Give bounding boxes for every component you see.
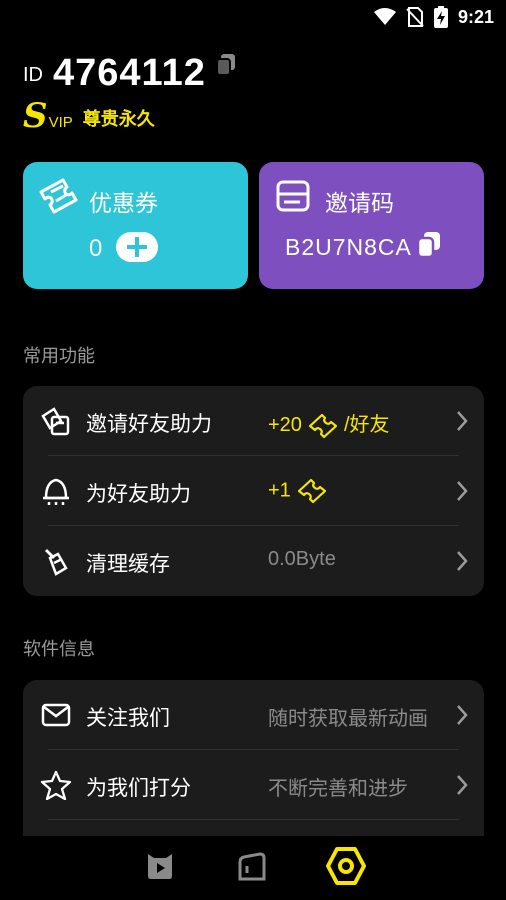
copy-id-icon[interactable] — [215, 54, 236, 76]
wifi-icon — [373, 8, 396, 25]
list-item-clear-cache[interactable]: 清理缓存 0.0Byte — [23, 526, 484, 596]
coupon-count: 0 — [89, 235, 103, 262]
common-functions-panel: 邀请好友助力 +20 /好友 为好友助力 +1 清理缓存 0.0Byte — [23, 386, 484, 596]
invite-friend-icon — [41, 407, 70, 436]
row-value: +20 /好友 — [268, 408, 390, 439]
video-icon[interactable] — [144, 850, 176, 882]
list-item-follow-us[interactable]: 关注我们 随时获取最新动画 — [23, 680, 484, 750]
add-coupon-button[interactable] — [116, 232, 158, 262]
mail-icon — [41, 703, 71, 727]
row-label: 清理缓存 — [86, 553, 170, 576]
row-label: 关注我们 — [86, 707, 170, 730]
coupon-title: 优惠券 — [89, 190, 158, 216]
profile-header: ID 4764112 S VIP 尊贵永久 — [23, 52, 483, 142]
row-label: 为我们打分 — [86, 777, 191, 800]
id-label: ID — [23, 64, 43, 86]
vip-status: 尊贵永久 — [82, 109, 155, 129]
row-value: 不断完善和进步 — [268, 778, 408, 800]
chevron-right-icon — [457, 551, 468, 571]
svip-badge-label: VIP — [48, 114, 73, 131]
status-bar: 9:21 — [0, 0, 506, 34]
user-id: 4764112 — [53, 52, 206, 94]
coupon-icon — [39, 178, 78, 214]
bottom-navigation — [0, 836, 506, 900]
coupon-card[interactable]: 优惠券 0 — [23, 162, 248, 289]
vip-badge-row: S VIP 尊贵永久 — [23, 96, 483, 136]
invite-card-icon — [276, 180, 310, 212]
row-value: 随时获取最新动画 — [268, 708, 428, 730]
chevron-right-icon — [457, 705, 468, 725]
help-friend-icon — [43, 478, 69, 505]
svip-badge: S — [23, 96, 48, 136]
reward-suffix: /好友 — [343, 414, 390, 436]
chevron-right-icon — [457, 411, 468, 431]
invite-code-value: B2U7N8CA — [285, 234, 412, 260]
feature-cards: 优惠券 0 邀请码 B2U7N8CA — [23, 162, 484, 289]
software-info-heading: 软件信息 — [23, 639, 95, 659]
cache-size: 0.0Byte — [268, 548, 336, 570]
reward-amount: +20 — [268, 414, 302, 436]
status-icons: 9:21 — [373, 6, 494, 28]
status-time: 9:21 — [457, 6, 494, 27]
settings-icon[interactable] — [326, 847, 366, 885]
battery-charging-icon — [433, 6, 448, 28]
list-item-invite-friends[interactable]: 邀请好友助力 +20 /好友 — [23, 386, 484, 456]
no-sim-icon — [406, 7, 424, 27]
ticket-icon — [297, 478, 326, 504]
chevron-right-icon — [457, 481, 468, 501]
software-info-panel: 关注我们 随时获取最新动画 为我们打分 不断完善和进步 — [23, 680, 484, 836]
row-label: 为好友助力 — [86, 483, 191, 506]
list-item-help-friend[interactable]: 为好友助力 +1 — [23, 456, 484, 526]
row-value: +1 — [268, 478, 333, 504]
list-item-rate-us[interactable]: 为我们打分 不断完善和进步 — [23, 750, 484, 820]
common-functions-heading: 常用功能 — [23, 346, 95, 366]
row-label: 邀请好友助力 — [86, 413, 212, 436]
divider — [48, 819, 459, 820]
bookmark-icon[interactable] — [237, 852, 267, 882]
reward-amount: +1 — [268, 479, 291, 502]
invite-code-title: 邀请码 — [325, 190, 394, 216]
star-icon — [40, 770, 72, 800]
invite-code-card[interactable]: 邀请码 B2U7N8CA — [259, 162, 484, 289]
clear-cache-icon — [44, 548, 68, 576]
copy-invite-code-icon[interactable] — [417, 232, 441, 258]
user-id-row: ID 4764112 — [23, 52, 483, 95]
chevron-right-icon — [457, 775, 468, 795]
ticket-icon — [308, 413, 338, 438]
